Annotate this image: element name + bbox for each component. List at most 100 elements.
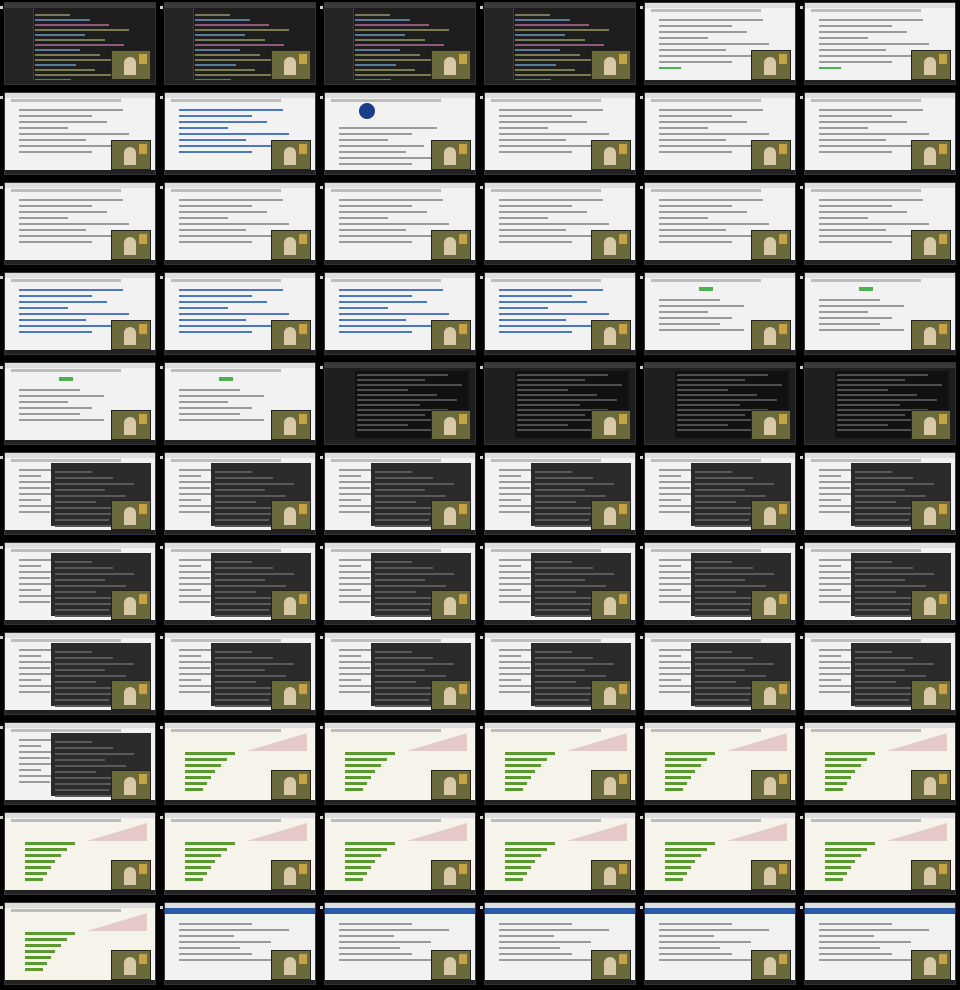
thumbnail-frame[interactable] — [640, 270, 800, 360]
text-line — [677, 399, 778, 401]
desktop-icon — [160, 186, 163, 189]
thumbnail-frame[interactable] — [160, 360, 320, 450]
thumbnail-frame[interactable] — [800, 450, 960, 540]
taskbar — [805, 260, 955, 264]
thumbnail-frame[interactable] — [640, 90, 800, 180]
webcam-overlay — [911, 680, 951, 710]
thumbnail-frame[interactable] — [320, 450, 480, 540]
desktop-icon — [160, 636, 163, 639]
thumbnail-frame[interactable] — [800, 90, 960, 180]
presenter — [924, 507, 936, 525]
thumbnail-frame[interactable] — [0, 180, 160, 270]
thumbnail-frame[interactable] — [640, 360, 800, 450]
thumbnail-frame[interactable] — [800, 0, 960, 90]
thumbnail-frame[interactable] — [320, 900, 480, 990]
progress-bar — [25, 848, 67, 851]
thumbnail-frame[interactable] — [640, 810, 800, 900]
thumbnail-frame[interactable] — [640, 630, 800, 720]
desktop-icon — [480, 366, 483, 369]
thumbnail-frame[interactable] — [800, 630, 960, 720]
taskbar — [485, 710, 635, 714]
thumbnail-frame[interactable] — [0, 810, 160, 900]
text-line — [659, 49, 727, 51]
text-line — [19, 235, 123, 237]
thumbnail-frame[interactable] — [0, 270, 160, 360]
text-line — [179, 601, 210, 603]
thumbnail-frame[interactable] — [160, 720, 320, 810]
thumbnail-frame[interactable] — [800, 810, 960, 900]
thumbnail-frame[interactable] — [480, 540, 640, 630]
thumbnail-frame[interactable] — [160, 270, 320, 360]
thumbnail-frame[interactable] — [0, 90, 160, 180]
thumbnail-frame[interactable] — [480, 360, 640, 450]
code-line — [195, 14, 230, 16]
thumbnail-frame[interactable] — [320, 810, 480, 900]
progress-bar — [25, 878, 43, 881]
thumbnail-frame[interactable] — [0, 720, 160, 810]
thumbnail-frame[interactable] — [320, 270, 480, 360]
thumbnail-frame[interactable] — [480, 270, 640, 360]
app-header — [325, 908, 475, 914]
thumbnail-frame[interactable] — [800, 720, 960, 810]
thumbnail-frame[interactable] — [160, 630, 320, 720]
thumbnail-frame[interactable] — [320, 180, 480, 270]
window-titlebar — [325, 813, 475, 818]
thumbnail-frame[interactable] — [160, 450, 320, 540]
thumbnail-frame[interactable] — [160, 180, 320, 270]
thumbnail-frame[interactable] — [160, 540, 320, 630]
thumbnail-frame[interactable] — [480, 810, 640, 900]
thumbnail-frame[interactable] — [640, 900, 800, 990]
text-line — [19, 319, 87, 321]
webcam-overlay — [431, 680, 471, 710]
text-line — [819, 139, 887, 141]
thumbnail-frame[interactable] — [480, 0, 640, 90]
thumbnail-frame[interactable] — [320, 720, 480, 810]
thumbnail-frame[interactable] — [480, 180, 640, 270]
webcam-overlay — [111, 680, 151, 710]
thumbnail-frame[interactable] — [640, 450, 800, 540]
thumbnail-frame[interactable] — [0, 630, 160, 720]
terminal-line — [375, 573, 455, 575]
thumbnail-frame[interactable] — [320, 540, 480, 630]
text-line — [339, 565, 362, 567]
text-line — [499, 679, 522, 681]
desktop-icon — [480, 636, 483, 639]
thumbnail-frame[interactable] — [640, 720, 800, 810]
thumbnail-frame[interactable] — [160, 900, 320, 990]
thumbnail-frame[interactable] — [0, 360, 160, 450]
thumbnail-frame[interactable] — [640, 540, 800, 630]
thumbnail-frame[interactable] — [160, 90, 320, 180]
thumbnail-frame[interactable] — [800, 270, 960, 360]
thumbnail-frame[interactable] — [480, 900, 640, 990]
thumbnail-frame[interactable] — [800, 360, 960, 450]
chart-area — [887, 733, 947, 751]
thumbnail-frame[interactable] — [320, 0, 480, 90]
terminal-line — [695, 681, 737, 683]
text-line — [19, 205, 93, 207]
thumbnail-frame[interactable] — [480, 450, 640, 540]
thumbnail-frame[interactable] — [800, 180, 960, 270]
thumbnail-frame[interactable] — [160, 810, 320, 900]
text-line — [659, 667, 690, 669]
thumbnail-frame[interactable] — [480, 630, 640, 720]
thumbnail-frame[interactable] — [480, 720, 640, 810]
wall-poster — [619, 414, 627, 424]
text-line — [819, 217, 868, 219]
progress-bar — [505, 776, 531, 779]
thumbnail-frame[interactable] — [800, 900, 960, 990]
thumbnail-frame[interactable] — [320, 90, 480, 180]
thumbnail-frame[interactable] — [800, 540, 960, 630]
window-titlebar — [5, 363, 155, 368]
thumbnail-frame[interactable] — [160, 0, 320, 90]
thumbnail-frame[interactable] — [0, 0, 160, 90]
thumbnail-frame[interactable] — [320, 630, 480, 720]
thumbnail-frame[interactable] — [0, 450, 160, 540]
thumbnail-frame[interactable] — [0, 900, 160, 990]
text-line — [339, 923, 413, 925]
thumbnail-frame[interactable] — [480, 90, 640, 180]
thumbnail-frame[interactable] — [640, 180, 800, 270]
thumbnail-frame[interactable] — [0, 540, 160, 630]
thumbnail-frame[interactable] — [320, 360, 480, 450]
desktop-icon — [320, 6, 323, 9]
thumbnail-frame[interactable] — [640, 0, 800, 90]
